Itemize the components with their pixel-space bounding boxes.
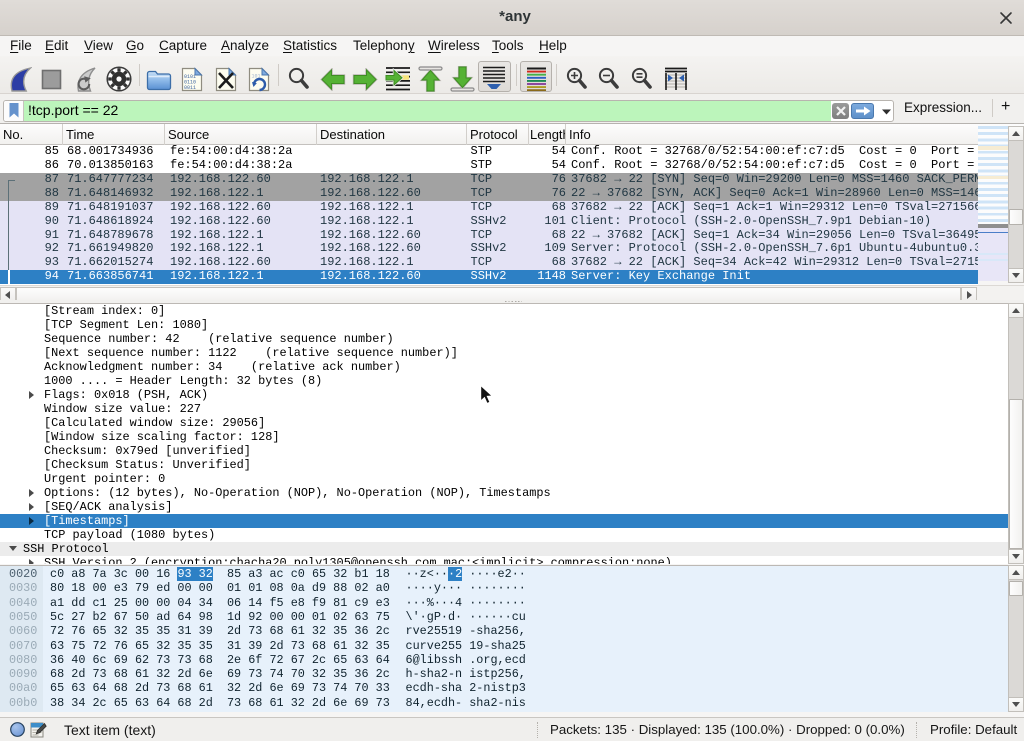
svg-text:0011: 0011 [184,85,196,91]
